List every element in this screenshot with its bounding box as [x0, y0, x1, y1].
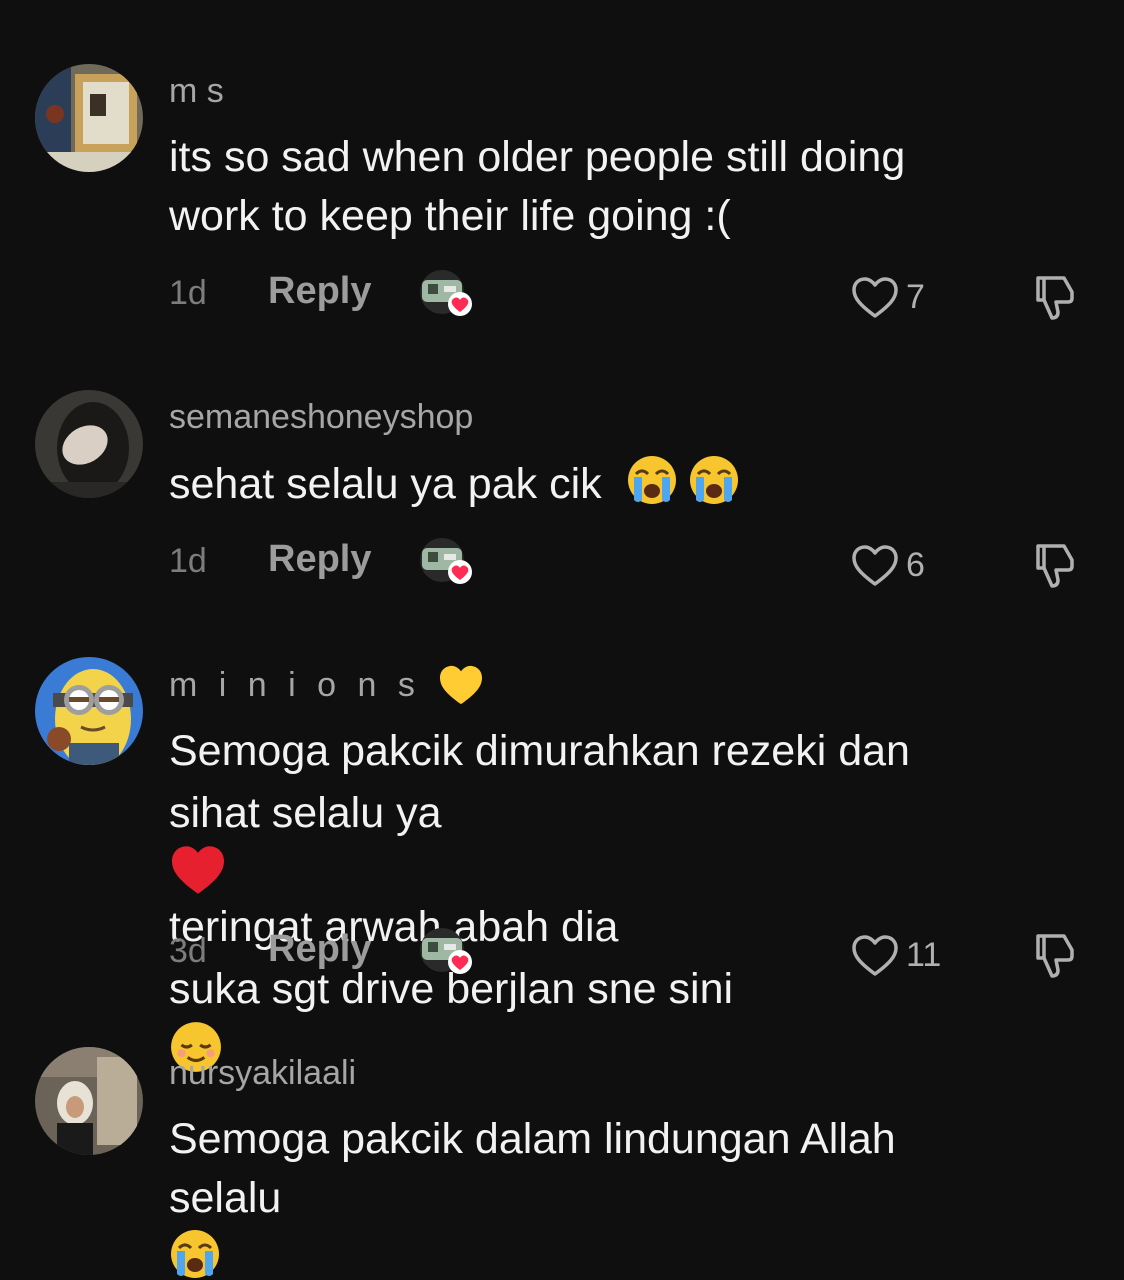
comment-text-segment: sihat selalu ya [169, 789, 442, 837]
comment-actions: 1d Reply 7 [0, 264, 1124, 324]
creator-liked-icon [416, 926, 476, 978]
comment-text-segment: sehat selalu ya pak cik [169, 460, 602, 508]
reply-button[interactable]: Reply [268, 928, 371, 971]
comment-text-line: Semoga pakcik dalam lindungan Allah [169, 1115, 896, 1163]
user-avatar[interactable] [35, 64, 143, 172]
comment-text: sehat selalu ya pak cik [169, 454, 1069, 514]
username-text: m i n i o n s [169, 666, 421, 704]
comment-username[interactable]: nursyakilaali [169, 1054, 356, 1093]
like-count: 11 [906, 936, 942, 974]
creator-liked-icon [416, 536, 476, 588]
heart-outline-icon [852, 935, 898, 976]
comment-text-line: work to keep their life going :( [169, 192, 731, 240]
reply-button[interactable]: Reply [268, 270, 371, 313]
comment-text: Semoga pakcik dimurahkan rezeki dan siha… [169, 720, 1069, 1074]
user-avatar[interactable] [35, 657, 143, 765]
heart-outline-icon [852, 545, 898, 586]
like-count: 6 [906, 546, 925, 584]
like-count: 7 [906, 278, 925, 316]
red-heart-icon [169, 844, 1069, 896]
comment-text: its so sad when older people still doing… [169, 128, 1069, 246]
comment-text-segment: selalu [169, 1174, 282, 1222]
yellow-heart-icon [438, 664, 484, 706]
dislike-button[interactable] [1028, 272, 1078, 327]
comment-time: 1d [169, 542, 207, 580]
dislike-button[interactable] [1028, 930, 1078, 985]
loudly-crying-face-icon [688, 454, 740, 506]
reply-button[interactable]: Reply [268, 538, 371, 581]
comment-text-line: selalu [169, 1169, 1069, 1280]
comment-username[interactable]: semaneshoneyshop [169, 398, 473, 437]
comment-text: Semoga pakcik dalam lindungan Allah sela… [169, 1110, 1069, 1280]
comment-text-line: sehat selalu ya pak cik [169, 454, 1069, 514]
comment-username[interactable]: m i n i o n s [169, 664, 484, 706]
comment-actions: 3d Reply 11 [0, 922, 1124, 982]
dislike-button[interactable] [1028, 540, 1078, 595]
heart-outline-icon [852, 277, 898, 318]
thumbs-down-icon [1036, 934, 1074, 978]
comment-username[interactable]: m s [169, 72, 224, 111]
loudly-crying-face-icon [169, 1228, 1069, 1280]
comment-text-line: Semoga pakcik dimurahkan rezeki dan [169, 727, 910, 775]
thumbs-down-icon [1036, 544, 1074, 588]
creator-liked-icon [416, 268, 476, 320]
user-avatar[interactable] [35, 390, 143, 498]
loudly-crying-face-icon [626, 454, 678, 506]
user-avatar[interactable] [35, 1047, 143, 1155]
comment-time: 3d [169, 932, 207, 970]
comment-time: 1d [169, 274, 207, 312]
comment-text-line: its so sad when older people still doing [169, 133, 906, 181]
thumbs-down-icon [1036, 276, 1074, 320]
comment-actions: 1d Reply 6 [0, 532, 1124, 592]
